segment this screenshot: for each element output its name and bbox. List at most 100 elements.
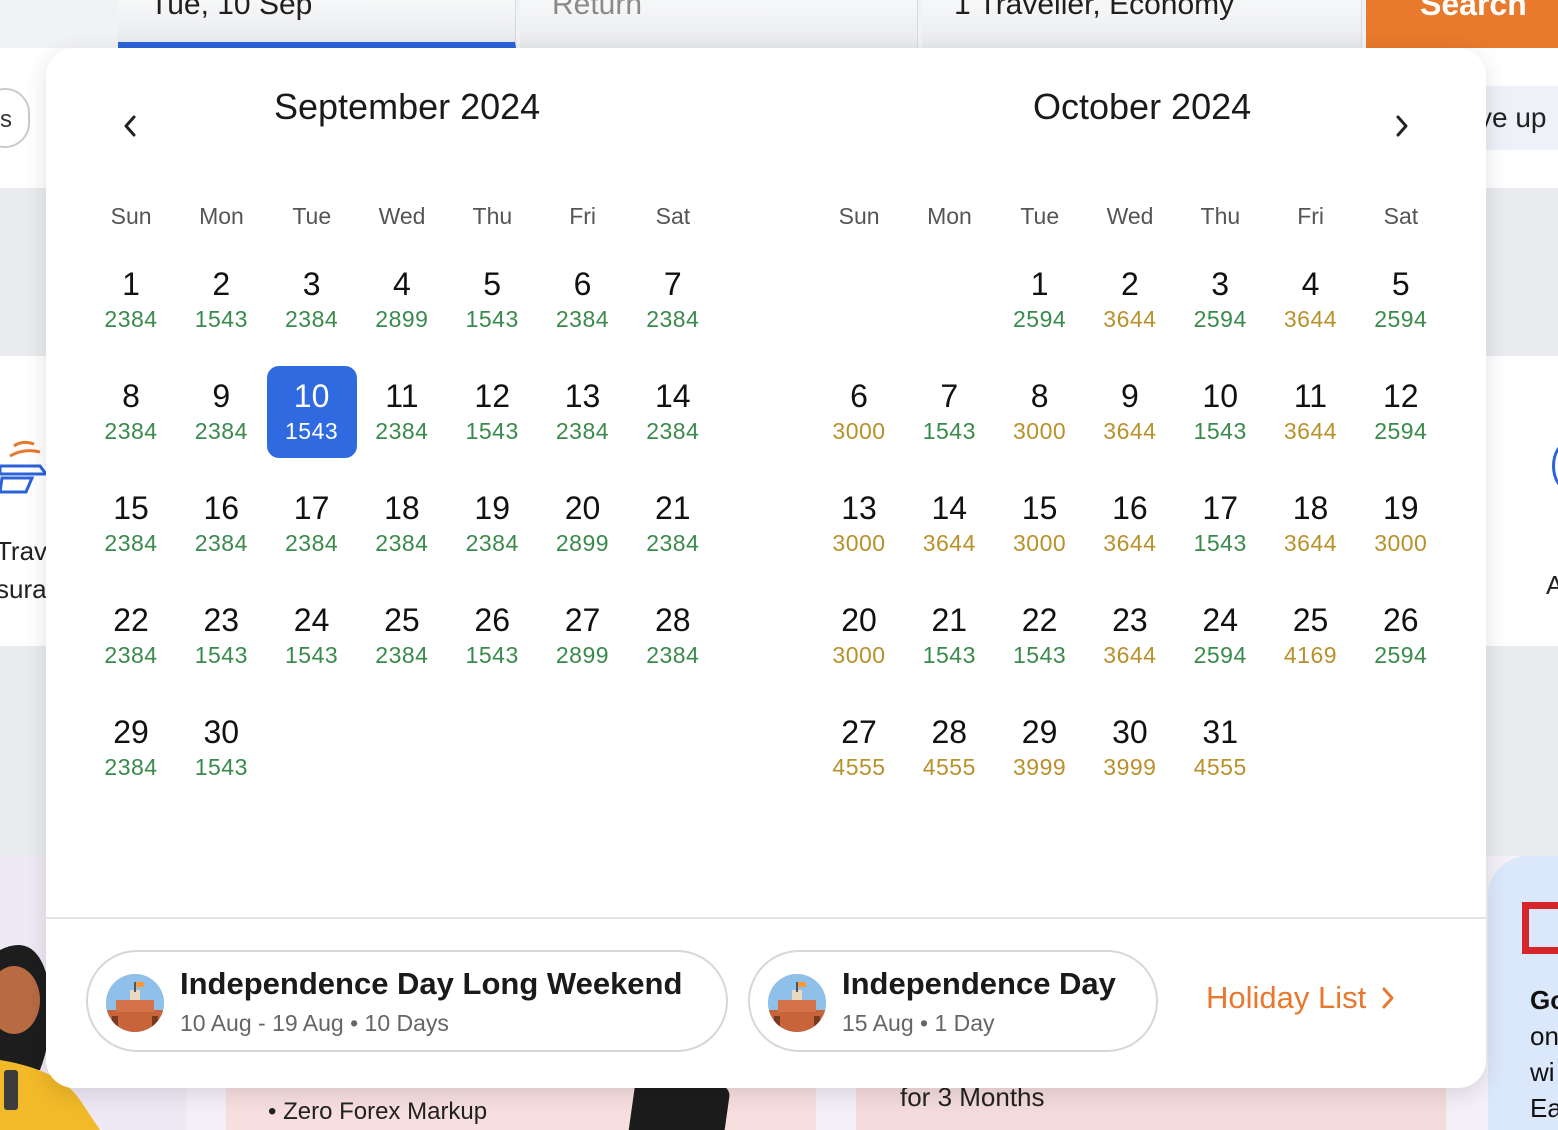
day-fare: 3000 — [832, 418, 886, 444]
travel-insurance-line2: sura — [0, 574, 47, 604]
day-cell[interactable]: 5 2594 — [1356, 254, 1446, 346]
day-cell[interactable]: 16 3644 — [1085, 478, 1175, 570]
save-banner-text: ve up — [1478, 102, 1547, 133]
day-cell[interactable]: 23 3644 — [1085, 590, 1175, 682]
day-number: 3 — [302, 266, 321, 302]
day-cell[interactable]: 14 2384 — [628, 366, 718, 458]
return-date-field[interactable]: Return — [520, 0, 918, 48]
day-fare: 3000 — [1013, 530, 1067, 556]
day-fare: 1543 — [1193, 418, 1247, 444]
weekday-label: Sat — [1383, 203, 1419, 229]
day-cell[interactable]: 26 2594 — [1356, 590, 1446, 682]
day-number: 30 — [1112, 714, 1148, 750]
day-cell[interactable]: 20 3000 — [814, 590, 904, 682]
day-cell[interactable]: 27 2899 — [537, 590, 627, 682]
day-cell[interactable]: 28 2384 — [628, 590, 718, 682]
day-cell[interactable]: 2 3644 — [1085, 254, 1175, 346]
day-cell[interactable]: 20 2899 — [537, 478, 627, 570]
day-number: 30 — [203, 714, 240, 750]
day-cell[interactable]: 24 1543 — [267, 590, 357, 682]
day-cell[interactable]: 3 2594 — [1175, 254, 1265, 346]
departure-date-field[interactable]: Tue, 10 Sep — [118, 0, 516, 48]
day-cell[interactable]: 26 1543 — [447, 590, 537, 682]
search-button[interactable]: Search — [1366, 0, 1558, 48]
travellers-field[interactable]: 1 Traveller, Economy — [922, 0, 1362, 48]
day-cell[interactable]: 6 3000 — [814, 366, 904, 458]
day-cell[interactable]: 30 3999 — [1085, 702, 1175, 794]
day-cell[interactable]: 13 3000 — [814, 478, 904, 570]
day-cell[interactable]: 29 2384 — [86, 702, 176, 794]
day-cell[interactable]: 8 3000 — [995, 366, 1085, 458]
day-cell[interactable]: 15 3000 — [995, 478, 1085, 570]
day-cell[interactable]: 11 3644 — [1265, 366, 1355, 458]
day-cell[interactable]: 21 1543 — [904, 590, 994, 682]
day-cell[interactable]: 9 3644 — [1085, 366, 1175, 458]
day-cell[interactable]: 6 2384 — [537, 254, 627, 346]
day-cell[interactable]: 7 1543 — [904, 366, 994, 458]
day-number: 13 — [564, 378, 601, 414]
day-fare: 1543 — [465, 418, 519, 444]
day-fare: 3000 — [1374, 530, 1428, 556]
day-cell[interactable]: 21 2384 — [628, 478, 718, 570]
day-number: 26 — [474, 602, 510, 638]
day-cell[interactable]: 19 2384 — [447, 478, 537, 570]
day-cell[interactable]: 28 4555 — [904, 702, 994, 794]
day-cell[interactable]: 5 1543 — [447, 254, 537, 346]
day-cell[interactable]: 29 3999 — [995, 702, 1085, 794]
day-cell[interactable]: 15 2384 — [86, 478, 176, 570]
day-cell[interactable]: 8 2384 — [86, 366, 176, 458]
day-cell[interactable]: 25 2384 — [357, 590, 447, 682]
weekday-label: Fri — [569, 203, 597, 229]
bank-offer-text: Go on wi Ea — [1530, 982, 1558, 1126]
prev-month-button[interactable] — [108, 104, 152, 148]
day-cell[interactable]: 2 1543 — [176, 254, 266, 346]
day-cell[interactable]: 10 1543 — [1175, 366, 1265, 458]
day-cell[interactable]: 25 4169 — [1265, 590, 1355, 682]
day-fare: 2594 — [1374, 418, 1428, 444]
day-cell[interactable]: 4 3644 — [1265, 254, 1355, 346]
day-cell[interactable]: 7 2384 — [628, 254, 718, 346]
return-placeholder: Return — [552, 0, 643, 21]
selected-day-cell[interactable]: 10 1543 — [266, 366, 357, 458]
day-cell[interactable]: 30 1543 — [176, 702, 266, 794]
day-fare: 2384 — [104, 530, 158, 556]
day-cell[interactable]: 17 2384 — [267, 478, 357, 570]
holiday-pill-long-weekend[interactable]: Independence Day Long Weekend 10 Aug - 1… — [86, 950, 728, 1052]
day-cell[interactable]: 27 4555 — [814, 702, 904, 794]
day-number: 27 — [564, 602, 601, 638]
day-fare: 1543 — [465, 642, 519, 668]
day-number: 22 — [1021, 602, 1058, 638]
day-cell[interactable]: 12 2594 — [1356, 366, 1446, 458]
day-fare: 2384 — [555, 306, 610, 332]
day-cell[interactable]: 4 2899 — [357, 254, 447, 346]
day-cell[interactable]: 22 1543 — [995, 590, 1085, 682]
day-cell[interactable]: 12 1543 — [447, 366, 537, 458]
month-title-october: October 2024 — [1033, 86, 1252, 127]
day-cell[interactable]: 9 2384 — [176, 366, 266, 458]
day-cell[interactable]: 23 1543 — [176, 590, 266, 682]
day-cell[interactable]: 16 2384 — [176, 478, 266, 570]
day-cell[interactable]: 1 2594 — [995, 254, 1085, 346]
day-number: 4 — [392, 266, 411, 302]
day-cell[interactable]: 19 3000 — [1356, 478, 1446, 570]
day-number: 8 — [122, 378, 140, 414]
day-cell[interactable]: 3 2384 — [267, 254, 357, 346]
day-cell[interactable]: 18 2384 — [357, 478, 447, 570]
holiday-list-link[interactable]: Holiday List — [1206, 980, 1396, 1016]
day-cell[interactable]: 1 2384 — [86, 254, 176, 346]
day-cell[interactable]: 18 3644 — [1265, 478, 1355, 570]
day-cell[interactable]: 31 4555 — [1175, 702, 1265, 794]
day-cell[interactable]: 22 2384 — [86, 590, 176, 682]
day-number: 15 — [1021, 490, 1058, 526]
day-fare: 4169 — [1283, 642, 1338, 668]
day-cell[interactable]: 11 2384 — [357, 366, 447, 458]
holiday-pill-independence-day[interactable]: Independence Day 15 Aug • 1 Day — [748, 950, 1158, 1052]
day-cell[interactable]: 24 2594 — [1175, 590, 1265, 682]
day-cell[interactable]: 17 1543 — [1175, 478, 1265, 570]
weekday-label: Thu — [1200, 203, 1241, 229]
day-number: 28 — [654, 602, 691, 638]
next-month-button[interactable] — [1380, 104, 1424, 148]
day-number: 23 — [1112, 602, 1148, 638]
day-cell[interactable]: 14 3644 — [904, 478, 994, 570]
day-cell[interactable]: 13 2384 — [537, 366, 627, 458]
